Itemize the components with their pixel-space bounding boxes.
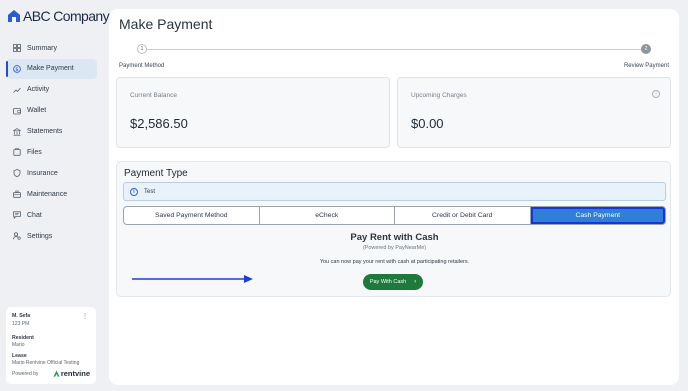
rentvine-mark-icon	[53, 370, 60, 377]
user-name: M. Sefa	[12, 313, 31, 319]
lease-value: Mario Rentvine Official Testing	[12, 360, 80, 366]
annotation-arrow-icon	[132, 275, 253, 283]
sidebar-item-label: Activity	[27, 86, 50, 94]
sidebar-item-label: Maintenance	[27, 190, 68, 198]
step-1-indicator: 1	[137, 44, 147, 54]
tab-saved-payment-method[interactable]: Saved Payment Method	[124, 207, 260, 224]
sidebar-item-statements[interactable]: Statements	[6, 122, 97, 142]
sidebar-item-label: Summary	[27, 44, 57, 52]
payment-method-tabs: Saved Payment Method eCheck Credit or De…	[123, 206, 666, 225]
cash-subtitle: (Powered by PayNearMe)	[362, 245, 427, 251]
user-card: M. Sefa 123 PM ⋮ Resident Mario Lease Ma…	[6, 307, 96, 384]
company-logo[interactable]: ABC Company	[7, 8, 110, 24]
sidebar-nav: Summary $ Make Payment Activity Wallet S…	[6, 38, 97, 247]
svg-text:$: $	[15, 67, 18, 73]
tab-credit-debit-card[interactable]: Credit or Debit Card	[395, 207, 531, 224]
sidebar-item-label: Statements	[27, 128, 63, 136]
current-balance-value: $2,586.50	[130, 116, 188, 131]
house-logo-icon	[7, 9, 21, 23]
sidebar-item-label: Insurance	[27, 169, 58, 177]
sidebar-item-label: Chat	[27, 211, 42, 219]
toolbox-icon	[13, 190, 21, 198]
info-alert: i Test	[123, 182, 666, 201]
dollar-icon: $	[13, 65, 21, 73]
chat-icon	[13, 211, 21, 220]
page-title: Make Payment	[119, 16, 213, 32]
grid-icon	[13, 44, 21, 52]
alert-text: Test	[144, 188, 156, 195]
chevron-right-icon: ›	[414, 279, 417, 285]
current-balance-label: Current Balance	[130, 92, 177, 99]
kebab-menu-icon[interactable]: ⋮	[82, 313, 88, 320]
user-time: 123 PM	[12, 321, 30, 327]
lease-label: Lease	[12, 353, 27, 359]
sidebar-item-label: Make Payment	[27, 65, 74, 73]
company-name: ABC Company	[23, 8, 110, 24]
rentvine-logo: rentvine	[53, 369, 90, 378]
current-balance-card: Current Balance $2,586.50	[116, 77, 390, 148]
cash-description: You can now pay your rent with cash at p…	[319, 259, 470, 265]
rentvine-brand-text: rentvine	[60, 369, 90, 378]
sidebar-item-activity[interactable]: Activity	[6, 80, 97, 100]
sidebar-item-label: Files	[27, 148, 42, 156]
upcoming-charges-value: $0.00	[411, 116, 444, 131]
bank-icon	[13, 127, 21, 136]
pay-with-cash-button[interactable]: Pay With Cash ›	[363, 274, 423, 290]
pay-with-cash-label: Pay With Cash	[369, 279, 407, 285]
step-2-label: Review Payment	[623, 63, 669, 69]
resident-label: Resident	[12, 335, 34, 341]
shield-icon	[13, 169, 21, 178]
upcoming-charges-label: Upcoming Charges	[411, 92, 467, 99]
sidebar-item-files[interactable]: Files	[6, 142, 97, 162]
sidebar: ABC Company Summary $ Make Payment Activ…	[0, 0, 110, 391]
stepper-line	[146, 49, 646, 50]
sidebar-item-maintenance[interactable]: Maintenance	[6, 184, 97, 204]
sidebar-item-label: Settings	[27, 232, 53, 240]
trend-icon	[13, 86, 21, 94]
files-icon	[13, 148, 21, 157]
step-2-indicator: 2	[641, 44, 651, 54]
sidebar-item-summary[interactable]: Summary	[6, 38, 97, 58]
main-panel: Make Payment 1 2 Payment Method Review P…	[109, 9, 679, 385]
wallet-icon	[13, 107, 21, 115]
sidebar-item-make-payment[interactable]: $ Make Payment	[6, 58, 97, 79]
info-icon[interactable]: i	[652, 90, 660, 98]
powered-by-label: Powered by	[12, 370, 39, 377]
info-circle-icon: i	[130, 187, 138, 196]
sidebar-item-label: Wallet	[27, 107, 47, 115]
resident-value: Mario	[12, 342, 25, 348]
tab-cash-payment[interactable]: Cash Payment	[530, 207, 665, 224]
powered-by: Powered by rentvine	[12, 369, 90, 378]
step-1-label: Payment Method	[119, 63, 165, 69]
payment-type-title: Payment Type	[124, 168, 188, 179]
user-gear-icon	[13, 232, 21, 240]
sidebar-item-insurance[interactable]: Insurance	[6, 163, 97, 183]
sidebar-item-wallet[interactable]: Wallet	[6, 101, 97, 121]
cash-title: Pay Rent with Cash	[350, 232, 439, 243]
sidebar-item-chat[interactable]: Chat	[6, 205, 97, 225]
upcoming-charges-card: Upcoming Charges $0.00 i	[397, 77, 671, 148]
sidebar-item-settings[interactable]: Settings	[6, 226, 97, 246]
tab-echeck[interactable]: eCheck	[260, 207, 395, 224]
